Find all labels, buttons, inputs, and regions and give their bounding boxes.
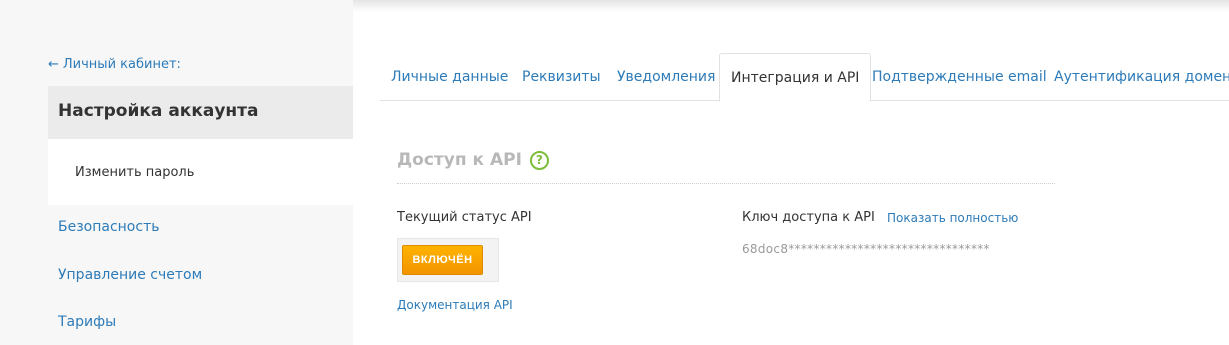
sidebar-item-security[interactable]: Безопасность	[58, 219, 159, 235]
show-full-key-link[interactable]: Показать полностью	[887, 211, 1018, 225]
tab-bar: Личные данные Реквизиты Уведомления Инте…	[380, 53, 1229, 102]
tab-domain-authentication[interactable]: Аутентификация домена	[1054, 53, 1229, 101]
sidebar-item-tariffs[interactable]: Тарифы	[58, 314, 116, 330]
tab-integration-api[interactable]: Интеграция и API	[719, 53, 872, 102]
sidebar-item-account-management[interactable]: Управление счетом	[58, 267, 202, 283]
tab-notifications[interactable]: Уведомления	[617, 53, 715, 101]
sidebar-subitem-label: Изменить пароль	[75, 165, 195, 180]
question-circle-icon[interactable]: ?	[529, 150, 549, 170]
api-enabled-button[interactable]: ВКЛЮЧЁН	[402, 245, 483, 275]
back-link[interactable]: ← Личный кабинет:	[48, 57, 181, 72]
section-title-text: Доступ к API	[397, 150, 522, 170]
tab-confirmed-email[interactable]: Подтвержденные email	[872, 53, 1047, 101]
sidebar-subitem-change-password[interactable]: Изменить пароль	[48, 139, 353, 205]
section-title: Доступ к API ?	[397, 150, 549, 170]
api-status-toggle: ВКЛЮЧЁН	[397, 238, 499, 282]
sidebar-item-account-settings[interactable]: Настройка аккаунта	[48, 86, 353, 139]
divider	[397, 183, 1055, 184]
arrow-left-icon: ←	[48, 57, 59, 72]
tab-personal-data[interactable]: Личные данные	[391, 53, 508, 101]
api-docs-link[interactable]: Документация API	[397, 298, 513, 312]
back-link-label: Личный кабинет:	[62, 57, 181, 72]
api-key-value: 68doc8********************************	[742, 242, 990, 256]
sidebar: ← Личный кабинет: Настройка аккаунта Изм…	[0, 0, 353, 345]
api-status-label: Текущий статус API	[397, 210, 532, 225]
sidebar-item-label: Настройка аккаунта	[58, 101, 259, 121]
tab-requisites[interactable]: Реквизиты	[522, 53, 601, 101]
api-key-label: Ключ доступа к API	[742, 210, 875, 225]
